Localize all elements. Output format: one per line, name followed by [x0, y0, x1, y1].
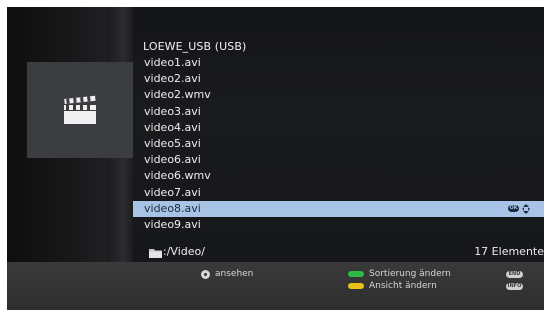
yellow-key-label: Ansicht ändern: [369, 281, 437, 291]
ok-action-hint: ansehen: [201, 269, 253, 279]
file-name: video3.avi: [144, 104, 201, 118]
list-item[interactable]: video6.avi: [133, 152, 544, 168]
media-type-panel: [7, 7, 135, 262]
file-name: video2.wmv: [144, 88, 211, 102]
file-name: video7.avi: [144, 185, 201, 199]
clapperboard-icon: [64, 95, 96, 124]
file-name: video8.avi: [144, 201, 201, 215]
list-item[interactable]: video7.avi: [133, 185, 544, 201]
status-row: :/Video/ 17 Elemente: [133, 243, 544, 261]
folder-icon: [149, 249, 162, 258]
key-help-bar: ansehen Sortierung ändern Ansicht ändern…: [7, 262, 544, 310]
current-path: :/Video/: [163, 245, 205, 258]
file-list: video1.avi video2.avi video2.wmv video3.…: [133, 55, 544, 233]
selection-hint: OK: [508, 203, 530, 214]
list-item[interactable]: video9.avi: [133, 217, 544, 233]
ok-action-label: ansehen: [215, 269, 254, 279]
green-key-icon: [348, 271, 364, 277]
green-key-label: Sortierung ändern: [369, 269, 451, 279]
file-name: video5.avi: [144, 136, 201, 150]
file-browser: LOEWE_USB (USB) video1.avi video2.avi vi…: [133, 7, 544, 262]
tv-screen: LOEWE_USB (USB) video1.avi video2.avi vi…: [7, 7, 544, 310]
list-item[interactable]: video4.avi: [133, 120, 544, 136]
file-name: video6.avi: [144, 153, 201, 167]
file-name: video2.avi: [144, 72, 201, 86]
yellow-key-icon: [348, 283, 364, 289]
file-name: video1.avi: [144, 56, 201, 69]
info-key-badge: INFO: [506, 283, 523, 290]
yellow-key-hint: Ansicht ändern: [348, 281, 437, 291]
list-item[interactable]: video2.avi: [133, 71, 544, 87]
file-name: video4.avi: [144, 120, 201, 134]
end-key-badge: END: [506, 271, 523, 278]
list-item[interactable]: video1.avi: [133, 55, 544, 71]
file-name: video9.avi: [144, 217, 201, 231]
video-category-tile[interactable]: [27, 62, 133, 158]
source-title: LOEWE_USB (USB): [143, 40, 247, 53]
ok-button-icon: [201, 269, 210, 279]
item-count: 17 Elemente: [474, 245, 544, 258]
navigate-arrows-icon: [522, 203, 530, 214]
list-item[interactable]: video3.avi: [133, 104, 544, 120]
list-item[interactable]: video5.avi: [133, 136, 544, 152]
ok-badge: OK: [508, 205, 519, 213]
list-item[interactable]: video6.wmv: [133, 168, 544, 184]
file-name: video6.wmv: [144, 169, 211, 183]
list-item[interactable]: video2.wmv: [133, 87, 544, 103]
green-key-hint: Sortierung ändern: [348, 269, 451, 279]
list-item-selected[interactable]: video8.avi OK: [133, 200, 544, 217]
